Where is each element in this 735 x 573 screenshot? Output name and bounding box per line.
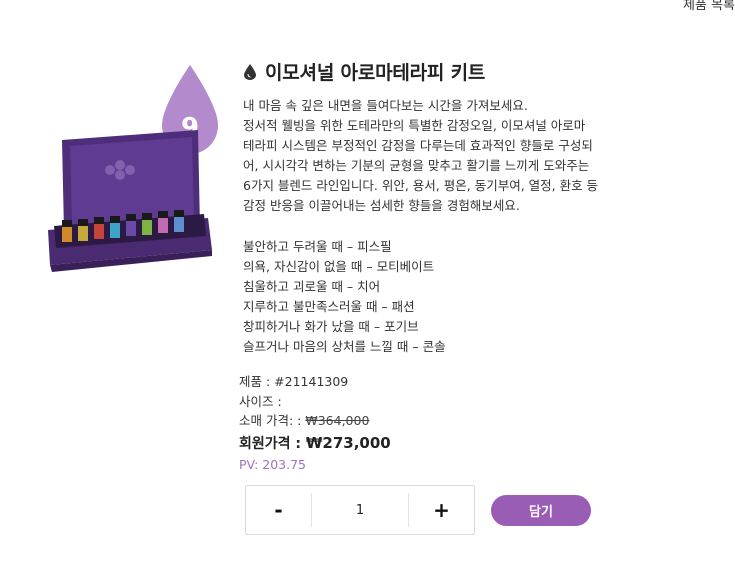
decrease-button[interactable]: - (246, 486, 311, 534)
member-price: ₩273,000 (305, 433, 391, 452)
top-nav-link[interactable]: 제품 목록 (683, 0, 735, 13)
member-price-row: 회원가격 : ₩273,000 (239, 431, 391, 455)
retail-price-row: 소매 가격: : ₩364,000 (239, 411, 391, 431)
blend-line: 창피하거나 화가 났을 때 – 포기브 (243, 318, 419, 334)
description-line: 테라피 시스템은 부정적인 감정을 다루는데 효과적인 향들로 구성되 (243, 138, 593, 154)
increase-button[interactable]: + (409, 486, 474, 534)
blend-line: 지루하고 불만족스러울 때 – 패션 (243, 298, 415, 314)
product-size: 사이즈 : (239, 393, 282, 409)
description-line: 6가지 블렌드 라인입니다. 위안, 용서, 평온, 동기부여, 열정, 환호 … (243, 178, 599, 194)
blend-line: 침울하고 괴로울 때 – 치어 (243, 278, 381, 294)
pv-value: PV: 203.75 (239, 456, 306, 472)
blend-line: 의욕, 자신감이 없을 때 – 모티베이트 (243, 258, 435, 274)
quantity-input[interactable] (312, 501, 408, 519)
description-line: 어, 시시각각 변하는 기분의 균형을 맞추고 활기를 느끼게 도와주는 (243, 158, 590, 174)
product-info: 제품 : #21141309 사이즈 : 소매 가격: : ₩364,000 회… (239, 372, 391, 474)
quantity-stepper: - + (245, 485, 475, 535)
product-image: 9 (48, 65, 218, 272)
description-line: 정서적 웰빙을 위한 도테라만의 특별한 감정오일, 이모셔널 아로마 (243, 118, 586, 134)
product-code: 제품 : #21141309 (239, 374, 349, 389)
description-line: 감정 반응을 이끌어내는 섬세한 향들을 경험해보세요. (243, 198, 520, 214)
add-to-cart-button[interactable]: 담기 (491, 495, 591, 526)
drop-icon (244, 63, 256, 80)
blend-line: 슬프거나 마음의 상처를 느낄 때 – 콘솔 (243, 339, 446, 355)
blend-line: 불안하고 두려울 때 – 피스필 (243, 238, 392, 254)
product-title-row: 이모셔널 아로마테라피 키트 (244, 58, 485, 85)
product-title: 이모셔널 아로마테라피 키트 (265, 62, 486, 84)
retail-price: ₩364,000 (305, 413, 370, 428)
retail-price-label: 소매 가격: : (239, 413, 302, 428)
member-price-label: 회원가격 : (239, 435, 301, 452)
description-line: 내 마음 속 깊은 내면을 들여다보는 시간을 가져보세요. (243, 98, 528, 113)
product-description: 내 마음 속 깊은 내면을 들여다보는 시간을 가져보세요. 정서적 웰빙을 위… (243, 96, 673, 357)
